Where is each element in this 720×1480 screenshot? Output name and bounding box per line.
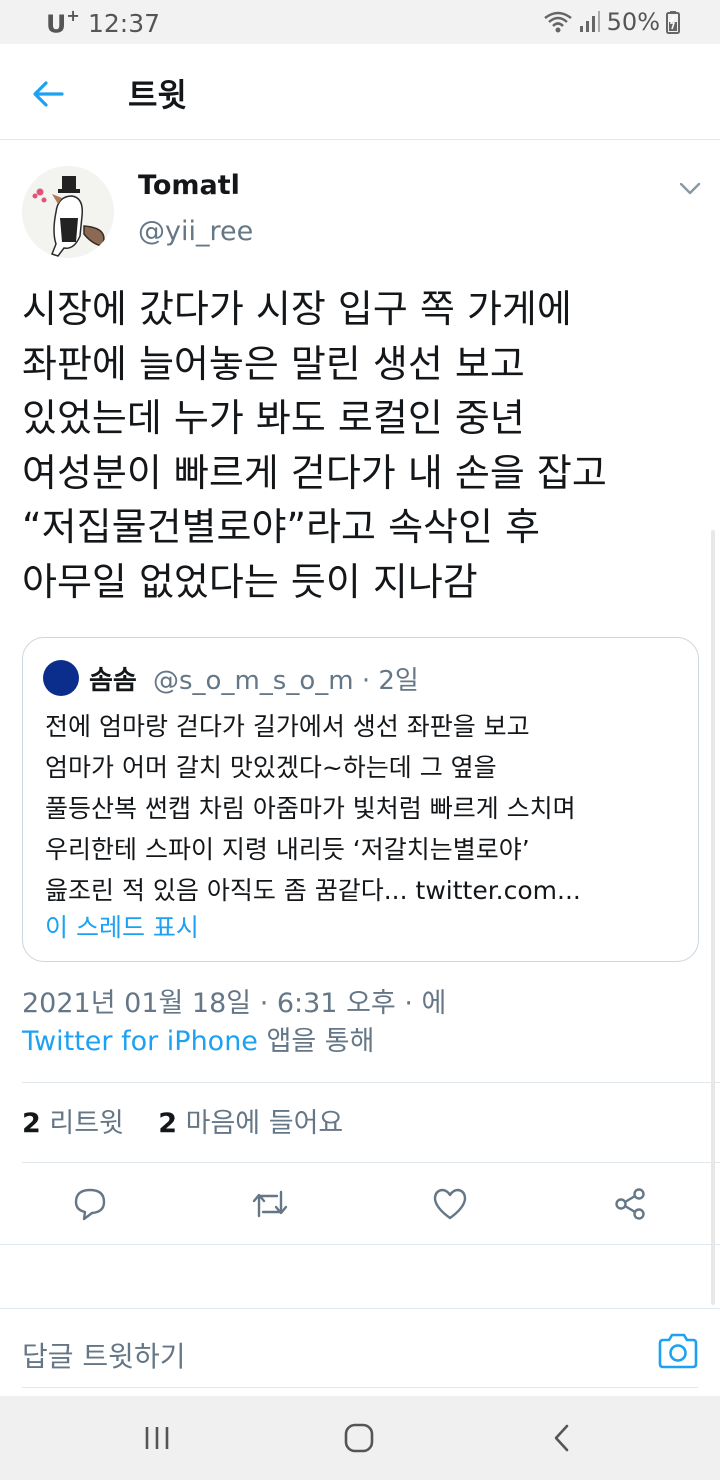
back-button[interactable]: [26, 72, 70, 116]
quoted-author-name: 솜솜: [89, 666, 137, 696]
tweet-source: Twitter for iPhone 앱을 통해: [22, 1022, 374, 1062]
status-bar: U+ 12:37 50%: [0, 0, 720, 44]
divider: [22, 1162, 720, 1163]
system-nav-bar: [0, 1396, 720, 1480]
battery-icon: [666, 10, 680, 34]
source-suffix: 앱을 통해: [257, 1026, 375, 1057]
tweet-timestamp: 2021년 01월 18일 · 6:31 오후 · 에: [22, 988, 447, 1019]
status-right: 50%: [543, 8, 680, 36]
camera-icon: [658, 1333, 698, 1369]
scrollbar[interactable]: [711, 530, 715, 1305]
caret-down-icon: [679, 182, 701, 195]
tweet-menu-button[interactable]: [676, 176, 704, 200]
wifi-icon: [543, 10, 573, 34]
tweet-text: 시장에 갔다가 시장 입구 쪽 가게에 좌판에 늘어놓은 말린 생선 보고 있었…: [22, 287, 607, 604]
tweet-actions: [0, 1174, 720, 1234]
nav-back-button[interactable]: [540, 1418, 584, 1458]
author-name[interactable]: Tomatl: [138, 170, 240, 201]
section-separator: [0, 1244, 720, 1308]
author-handle[interactable]: @yii_ree: [138, 216, 253, 247]
avatar[interactable]: [22, 166, 114, 258]
quoted-avatar: [43, 660, 79, 696]
like-button[interactable]: [426, 1180, 474, 1228]
quoted-text: 전에 엄마랑 걷다가 길가에서 생선 좌판을 보고 엄마가 어머 갈치 맛있겠다…: [45, 712, 581, 905]
home-button[interactable]: [337, 1418, 381, 1458]
tweet-stats: 2 리트윗 2 마음에 들어요: [22, 1104, 343, 1144]
quoted-meta: @s_o_m_s_o_m · 2일: [153, 666, 419, 696]
share-icon: [615, 1188, 645, 1220]
divider: [22, 1082, 720, 1083]
status-time: 12:37: [88, 9, 161, 38]
source-link[interactable]: Twitter for iPhone: [22, 1026, 258, 1057]
page-title: 트윗: [128, 76, 187, 114]
back-arrow-icon: [33, 81, 64, 107]
top-app-bar: 트윗: [0, 44, 720, 140]
recents-icon: [145, 1427, 169, 1449]
quoted-tweet[interactable]: 솜솜 @s_o_m_s_o_m · 2일 전에 엄마랑 걷다가 길가에서 생선 …: [22, 637, 699, 962]
reply-icon: [74, 1188, 106, 1221]
home-icon: [344, 1423, 374, 1453]
likes-stat[interactable]: 2 마음에 들어요: [158, 1108, 343, 1139]
recents-button[interactable]: [135, 1418, 179, 1458]
nav-back-icon: [554, 1424, 569, 1452]
retweet-icon: [252, 1190, 288, 1218]
signal-icon: [579, 10, 601, 34]
reply-underline: [22, 1387, 698, 1388]
likes-label: 마음에 들어요: [177, 1108, 344, 1139]
show-thread-link[interactable]: 이 스레드 표시: [45, 908, 199, 944]
like-icon: [433, 1188, 467, 1220]
share-button[interactable]: [606, 1180, 654, 1228]
camera-button[interactable]: [656, 1331, 700, 1375]
carrier-label: U+: [46, 6, 80, 39]
likes-count: 2: [158, 1108, 178, 1139]
retweet-button[interactable]: [246, 1180, 294, 1228]
reply-composer: 답글 트윗하기: [0, 1308, 720, 1396]
retweets-count: 2: [22, 1108, 41, 1139]
reply-button[interactable]: [66, 1180, 114, 1228]
retweets-stat[interactable]: 2 리트윗: [22, 1108, 124, 1139]
retweets-label: 리트윗: [40, 1108, 124, 1139]
battery-label: 50%: [606, 8, 660, 36]
reply-input[interactable]: 답글 트윗하기: [22, 1335, 185, 1375]
